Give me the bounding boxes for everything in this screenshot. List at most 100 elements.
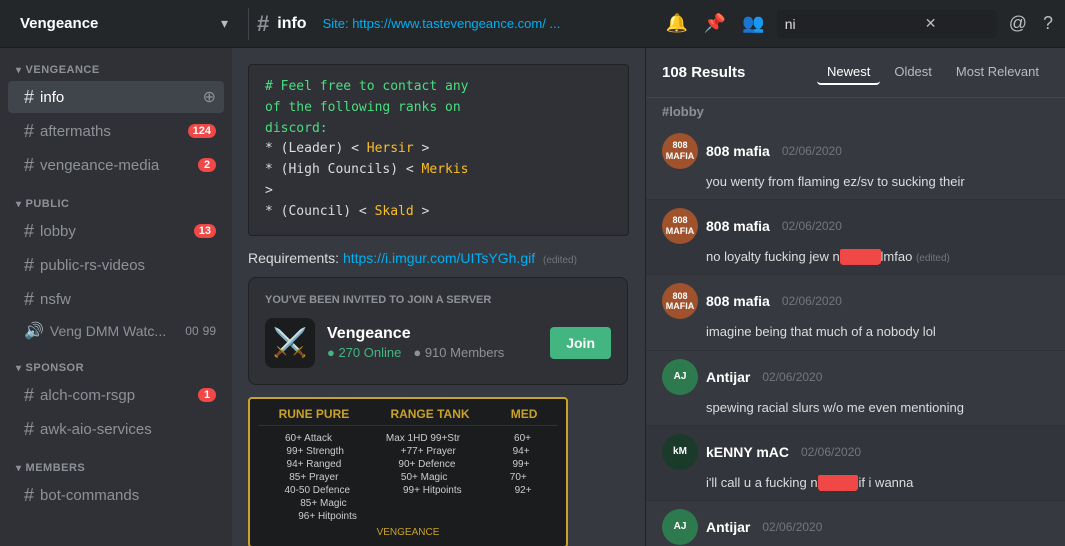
req-stat: 40-50 Defence bbox=[284, 484, 350, 497]
hash-icon: # bbox=[24, 419, 34, 440]
messages-container: # Feel free to contact any of the follow… bbox=[232, 48, 645, 546]
search-result-item[interactable]: 808MAFIA 808 mafia 02/06/2020 you wenty … bbox=[646, 125, 1065, 200]
sidebar-item-vengeance-media[interactable]: # vengeance-media 2 bbox=[8, 149, 224, 181]
req-stat: Max 1HD 99+Str bbox=[386, 432, 460, 445]
search-bar[interactable]: ✕ bbox=[777, 10, 997, 38]
result-text: you wenty from flaming ez/sv to sucking … bbox=[662, 173, 1049, 191]
req-stat: 96+ Hitpoints bbox=[298, 510, 357, 523]
avatar: 808MAFIA bbox=[662, 283, 698, 319]
sort-tab-oldest[interactable]: Oldest bbox=[884, 60, 942, 85]
search-result-item[interactable]: AJ Antijar 02/06/2020 spewing racial slu… bbox=[646, 351, 1065, 426]
online-count: ● 270 Online bbox=[327, 345, 401, 360]
code-line-1: # Feel free to contact any bbox=[265, 77, 612, 98]
req-stat: 99+ bbox=[512, 458, 529, 471]
code-line-6: > bbox=[265, 181, 612, 202]
members-icon[interactable]: 👥 bbox=[738, 9, 768, 38]
result-date: 02/06/2020 bbox=[782, 144, 842, 158]
requirements-url[interactable]: https://i.imgur.com/UITsYGh.gif bbox=[343, 250, 535, 266]
result-username: 808 mafia bbox=[706, 293, 770, 309]
unread-badge: 2 bbox=[198, 158, 216, 172]
sort-tab-most-relevant[interactable]: Most Relevant bbox=[946, 60, 1049, 85]
search-result-item[interactable]: AJ Antijar 02/06/2020 idc rofl bbox=[646, 501, 1065, 546]
search-panel: 108 Results Newest Oldest Most Relevant … bbox=[645, 48, 1065, 546]
server-name-area[interactable]: Vengeance ▾ bbox=[8, 15, 240, 32]
chevron-icon: ▾ bbox=[16, 199, 22, 210]
sidebar-item-lobby[interactable]: # lobby 13 bbox=[8, 215, 224, 247]
result-text: spewing racial slurs w/o me even mention… bbox=[662, 399, 1049, 417]
chevron-icon: ▾ bbox=[16, 65, 22, 76]
result-header: AJ Antijar 02/06/2020 bbox=[662, 509, 1049, 545]
voice-counts: 00 99 bbox=[185, 324, 216, 338]
hash-icon: # bbox=[24, 87, 34, 108]
category-sponsor[interactable]: ▾ SPONSOR bbox=[0, 346, 232, 378]
bell-icon[interactable]: 🔔 bbox=[661, 9, 691, 38]
unread-badge: 13 bbox=[194, 224, 216, 238]
category-public[interactable]: ▾ PUBLIC bbox=[0, 182, 232, 214]
req-footer: VENGEANCE bbox=[258, 527, 558, 538]
search-result-item[interactable]: 808MAFIA 808 mafia 02/06/2020 imagine be… bbox=[646, 275, 1065, 350]
channel-filter: #lobby bbox=[646, 98, 1065, 125]
sidebar-item-info[interactable]: # info ⊕ bbox=[8, 81, 224, 113]
search-input[interactable] bbox=[785, 16, 925, 32]
sidebar-item-awk-aio-services[interactable]: # awk-aio-services bbox=[8, 413, 224, 445]
category-members[interactable]: ▾ MEMBERS bbox=[0, 446, 232, 478]
main-layout: ▾ VENGEANCE # info ⊕ # aftermaths 124 # … bbox=[0, 48, 1065, 546]
search-result-item[interactable]: 808MAFIA 808 mafia 02/06/2020 no loyalty… bbox=[646, 200, 1065, 275]
sidebar-item-public-rs-videos[interactable]: # public-rs-videos bbox=[8, 249, 224, 281]
at-icon[interactable]: @ bbox=[1005, 9, 1031, 38]
result-date: 02/06/2020 bbox=[762, 520, 822, 534]
sidebar-item-label: awk-aio-services bbox=[40, 421, 216, 438]
code-line-5: * (High Councils) < Merkis bbox=[265, 160, 612, 181]
requirements-card: RUNE PURE RANGE TANK MED 60+ Attack Max … bbox=[248, 397, 568, 546]
code-line-2: of the following ranks on bbox=[265, 98, 612, 119]
search-result-item[interactable]: kM kENNY mAC 02/06/2020 i'll call u a fu… bbox=[646, 426, 1065, 501]
req-stat: 85+ Prayer bbox=[289, 471, 338, 484]
sidebar-item-nsfw[interactable]: # nsfw bbox=[8, 283, 224, 315]
result-username: Antijar bbox=[706, 369, 750, 385]
hash-icon: # bbox=[24, 289, 34, 310]
search-panel-header: 108 Results Newest Oldest Most Relevant bbox=[646, 48, 1065, 98]
result-username: kENNY mAC bbox=[706, 444, 789, 460]
req-row-5: 40-50 Defence 99+ Hitpoints 92+ bbox=[258, 484, 558, 497]
pin-icon[interactable]: 📌 bbox=[700, 9, 730, 38]
search-results: 808MAFIA 808 mafia 02/06/2020 you wenty … bbox=[646, 125, 1065, 546]
sidebar-item-aftermaths[interactable]: # aftermaths 124 bbox=[8, 115, 224, 147]
category-vengeance[interactable]: ▾ VENGEANCE bbox=[0, 48, 232, 80]
invite-card: YOU'VE BEEN INVITED TO JOIN A SERVER ⚔️ … bbox=[248, 277, 628, 385]
site-link[interactable]: Site: https://www.tastevengeance.com/ ..… bbox=[323, 16, 561, 31]
result-header: 808MAFIA 808 mafia 02/06/2020 bbox=[662, 208, 1049, 244]
req-row-7: 96+ Hitpoints bbox=[258, 510, 558, 523]
sidebar-item-bot-commands[interactable]: # bot-commands bbox=[8, 479, 224, 511]
hash-icon: # bbox=[257, 11, 269, 37]
search-clear-icon[interactable]: ✕ bbox=[925, 15, 937, 32]
add-member-icon[interactable]: ⊕ bbox=[203, 87, 216, 107]
col3-header: MED bbox=[511, 407, 538, 421]
invite-server-icon: ⚔️ bbox=[265, 318, 315, 368]
content-area: # Feel free to contact any of the follow… bbox=[232, 48, 645, 546]
sort-tab-newest[interactable]: Newest bbox=[817, 60, 880, 85]
sidebar-item-label: vengeance-media bbox=[40, 157, 198, 174]
req-stat: 50+ Magic bbox=[401, 471, 447, 484]
voice-count-99: 99 bbox=[203, 324, 216, 338]
req-stat: 94+ bbox=[513, 445, 530, 458]
sidebar-item-alch-com-rsgp[interactable]: # alch-com-rsgp 1 bbox=[8, 379, 224, 411]
result-date: 02/06/2020 bbox=[782, 294, 842, 308]
help-icon[interactable]: ? bbox=[1039, 9, 1057, 38]
server-name: Vengeance bbox=[20, 15, 98, 32]
results-count: 108 Results bbox=[662, 64, 745, 81]
hash-icon: # bbox=[24, 121, 34, 142]
edited-tag: (edited) bbox=[543, 255, 577, 266]
channel-title-area: # info Site: https://www.tastevengeance.… bbox=[248, 8, 568, 40]
unread-badge: 124 bbox=[188, 124, 216, 138]
result-header: AJ Antijar 02/06/2020 bbox=[662, 359, 1049, 395]
result-header: 808MAFIA 808 mafia 02/06/2020 bbox=[662, 133, 1049, 169]
code-line-4: * (Leader) < Hersir > bbox=[265, 139, 612, 160]
hash-icon: # bbox=[24, 255, 34, 276]
voice-icon: 🔊 bbox=[24, 321, 44, 341]
join-button[interactable]: Join bbox=[550, 327, 611, 359]
chevron-down-icon: ▾ bbox=[221, 15, 228, 32]
hash-icon: # bbox=[24, 385, 34, 406]
requirements-line: Requirements: https://i.imgur.com/UITsYG… bbox=[248, 248, 629, 269]
sidebar-item-veng-dmm-watch[interactable]: 🔊 Veng DMM Watc... 00 99 bbox=[8, 317, 224, 345]
top-bar-actions: 🔔 📌 👥 ✕ @ ? bbox=[661, 9, 1057, 38]
